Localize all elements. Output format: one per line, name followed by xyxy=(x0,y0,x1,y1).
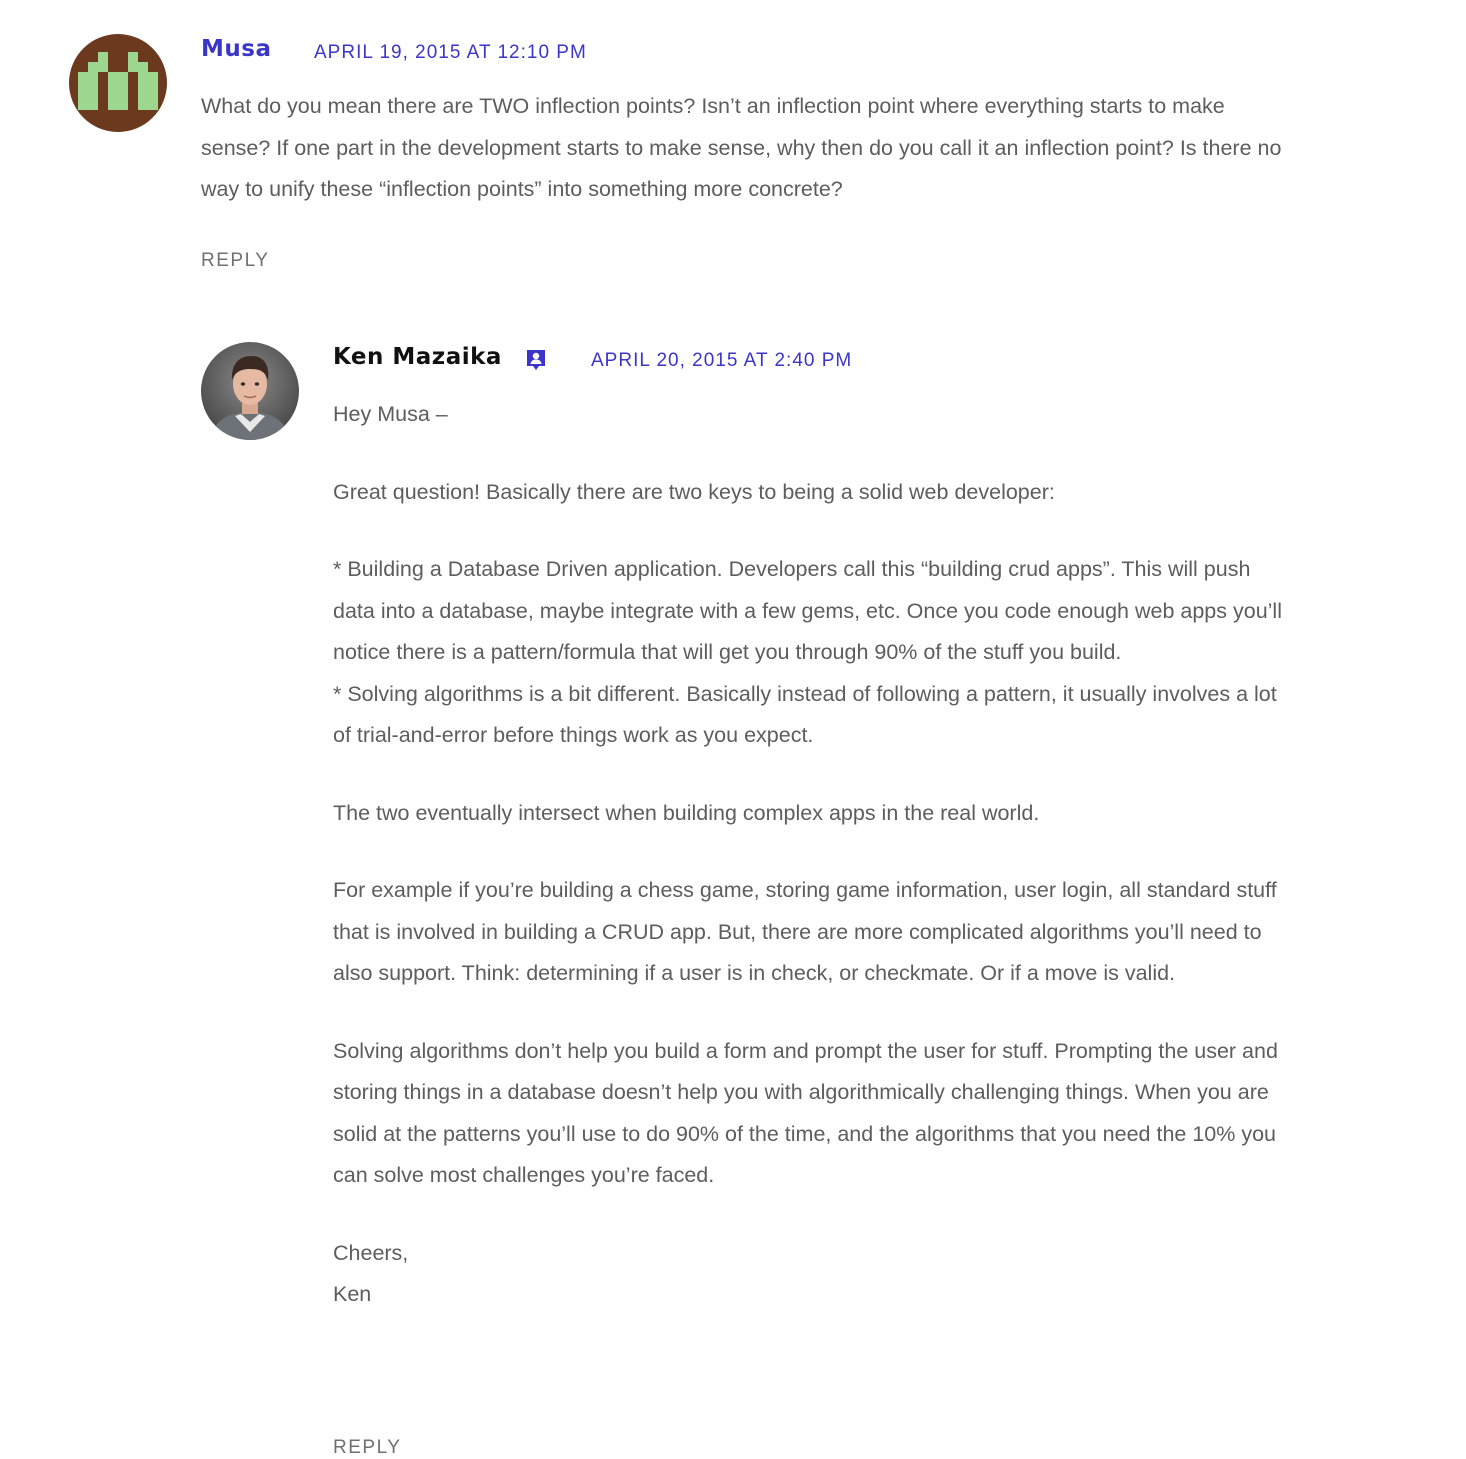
comment-body: What do you mean there are TWO inflectio… xyxy=(201,86,1291,247)
reply-button[interactable]: REPLY xyxy=(201,250,269,272)
author-photo-icon xyxy=(201,342,299,440)
reply-button[interactable]: REPLY xyxy=(333,1437,401,1459)
author-avatar[interactable] xyxy=(201,342,299,440)
comment-paragraph: Cheers, Ken xyxy=(333,1240,409,1307)
comment-paragraph: Hey Musa – xyxy=(333,402,448,426)
commenter-avatar[interactable] xyxy=(69,34,167,132)
comment-body: Hey Musa – Great question! Basically the… xyxy=(333,394,1293,1352)
comment-date-link[interactable]: APRIL 19, 2015 AT 12:10 PM xyxy=(314,42,587,64)
comment-paragraph: Solving algorithms don’t help you build … xyxy=(333,1038,1278,1188)
comment-date-link[interactable]: APRIL 20, 2015 AT 2:40 PM xyxy=(591,350,852,372)
comment-author-name[interactable]: Musa xyxy=(201,36,271,62)
post-author-badge-icon xyxy=(525,348,547,372)
comment-paragraph: * Building a Database Driven application… xyxy=(333,557,1282,747)
comment-paragraph: Great question! Basically there are two … xyxy=(333,479,1055,504)
comment-paragraph: What do you mean there are TWO inflectio… xyxy=(201,94,1282,201)
identicon-avatar-icon xyxy=(69,34,167,132)
comment-author-name[interactable]: Ken Mazaika xyxy=(333,344,502,370)
comment-ken-mazaika: Ken Mazaika APRIL 20, 2015 AT 2:40 PM He… xyxy=(0,300,1466,1458)
comment-musa: Musa APRIL 19, 2015 AT 12:10 PM What do … xyxy=(0,0,1466,300)
comment-paragraph: For example if you’re building a chess g… xyxy=(333,878,1277,985)
comment-paragraph: The two eventually intersect when buildi… xyxy=(333,800,1040,825)
